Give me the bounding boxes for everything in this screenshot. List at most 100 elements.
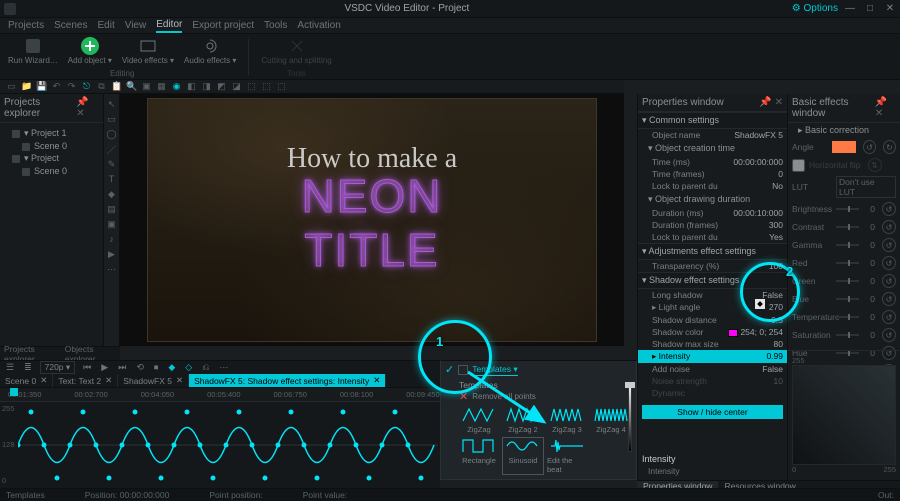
qat-more5[interactable]: ⬚ [246,81,257,92]
play-button[interactable]: ▶ [99,362,110,373]
menu-editor[interactable]: Editor [156,19,182,33]
track-tab-scene[interactable]: Scene 0✕ [0,374,53,387]
ellipse-tool-icon[interactable]: ◯ [106,128,118,140]
template-zigzag-3[interactable]: ZigZag 3 [547,407,587,434]
sinusoid-curve[interactable] [18,404,438,486]
chart-tool-icon[interactable]: ▤ [106,203,118,215]
intensity-property-row[interactable]: ▸ Intensity0.99 [638,350,787,363]
templates-dropdown[interactable]: Templates ▾ [472,364,517,376]
minimize-button[interactable]: — [844,3,856,14]
slider-6[interactable] [836,316,859,318]
rect-tool-icon[interactable]: ▭ [106,113,118,125]
more-tool-icon[interactable]: ⋯ [106,263,118,275]
section-creation[interactable]: ▾ Object creation time [638,141,787,156]
slider-reset-7[interactable]: ↺ [882,328,896,342]
template-edit-the-beat[interactable]: Edit the beat [547,438,587,474]
remove-keyframe-button[interactable]: ◇ [183,362,194,373]
tree-node-project1[interactable]: ▾ Project 1 [4,127,99,140]
menu-export[interactable]: Export project [192,20,254,31]
timeline-ruler[interactable]: 00:01:350 00:02:700 00:04:050 00:05:400 … [0,388,440,402]
qat-more6[interactable]: ⬚ [261,81,272,92]
slider-1[interactable] [836,226,859,228]
qat-open-icon[interactable]: 📁 [21,81,32,92]
audio-tool-icon[interactable]: ♪ [106,233,118,245]
split-button[interactable]: ⎌ [200,362,211,373]
time-frames-value[interactable]: 0 [778,169,783,179]
curves-graph[interactable] [792,365,896,465]
video-tool-icon[interactable]: ▶ [106,248,118,260]
video-effects-button[interactable]: Video effects ▾ [122,36,174,65]
loop-button[interactable]: ⟲ [134,362,146,373]
section-basic-correction[interactable]: ▸ Basic correction [788,123,900,138]
close-button[interactable]: ✕ [884,3,896,14]
prev-frame-button[interactable]: ⏮ [81,362,93,373]
intensity-vertical-slider[interactable] [623,382,637,452]
qat-more4[interactable]: ◪ [231,81,242,92]
slider-7[interactable] [836,334,859,336]
image-tool-icon[interactable]: ▣ [106,218,118,230]
cutting-button[interactable]: Cutting and splitting [261,36,331,65]
pen-tool-icon[interactable]: ✎ [106,158,118,170]
template-rectangle[interactable]: Rectangle [459,438,499,474]
basic-pin-icon[interactable]: 📌 ✕ [875,97,896,119]
menu-view[interactable]: View [125,20,147,31]
slider-reset-4[interactable]: ↺ [882,274,896,288]
qat-zoom-icon[interactable]: 🔍 [126,81,137,92]
shadow-color-value[interactable]: 254; 0; 254 [728,327,783,337]
qat-save-icon[interactable]: 💾 [36,81,47,92]
timeline-menu-icon[interactable]: ☰ [4,362,16,373]
menu-scenes[interactable]: Scenes [54,20,87,31]
slider-2[interactable] [836,244,859,246]
menu-activation[interactable]: Activation [297,20,340,31]
keyframe-add-button[interactable] [754,298,768,310]
run-wizard-button[interactable]: Run Wizard… [8,36,58,65]
slider-reset-5[interactable]: ↺ [882,292,896,306]
slider-reset-3[interactable]: ↺ [882,256,896,270]
angle-field[interactable] [832,141,856,153]
rotate-right-icon[interactable]: ↻ [883,140,896,154]
object-name-value[interactable]: ShadowFX 5 [734,130,783,140]
templates-checkbox-icon[interactable]: ✓ [445,363,454,376]
next-frame-button[interactable]: ⏭ [116,362,128,373]
shadow-max-value[interactable]: 80 [774,339,783,349]
resolution-select[interactable]: 720p ▾ [40,361,76,374]
transparency-value[interactable]: 100 [769,261,783,271]
add-object-button[interactable]: Add object ▾ [68,36,112,65]
shadow-distance-value[interactable]: 0.5 [771,315,783,325]
menu-projects[interactable]: Projects [8,20,44,31]
parameter-graph[interactable]: 255 128 0 [0,402,440,488]
dur-ms-value[interactable]: 00:00:10:000 [733,208,783,218]
pointer-tool-icon[interactable]: ↖ [106,98,118,110]
line-tool-icon[interactable]: ／ [106,143,118,155]
qat-undo-icon[interactable]: ↶ [51,81,62,92]
text-tool-icon[interactable]: T [106,173,118,185]
template-zigzag[interactable]: ZigZag [459,407,499,434]
add-keyframe-button[interactable]: ◆ [166,362,177,373]
lut-select[interactable]: Don't use LUT [836,176,896,198]
qat-cut-icon[interactable]: ⎋ [81,81,92,92]
rotate-left-icon[interactable]: ↺ [863,140,876,154]
qat-redo-icon[interactable]: ↷ [66,81,77,92]
slider-4[interactable] [836,280,859,282]
project-tree[interactable]: ▾ Project 1 Scene 0 ▾ Project Scene 0 [0,123,103,181]
slider-reset-0[interactable]: ↺ [882,202,896,216]
slider-reset-1[interactable]: ↺ [882,220,896,234]
playhead[interactable] [10,388,18,396]
tree-node-scene0a[interactable]: Scene 0 [4,140,99,152]
slider-reset-2[interactable]: ↺ [882,238,896,252]
section-common[interactable]: ▾ Common settings [638,112,787,129]
qat-fit-icon[interactable]: ▣ [141,81,152,92]
qat-more3[interactable]: ◩ [216,81,227,92]
light-angle-value[interactable]: 270 [769,302,783,313]
hflip-checkbox[interactable] [792,159,805,172]
slider-reset-6[interactable]: ↺ [882,310,896,324]
qat-grid-icon[interactable]: ▦ [156,81,167,92]
section-shadow[interactable]: ▾ Shadow effect settings [638,272,787,289]
template-zigzag-2[interactable]: ZigZag 2 [503,407,543,434]
show-hide-center-button[interactable]: Show / hide center [642,405,783,419]
lock2-value[interactable]: Yes [769,232,783,242]
qat-more1[interactable]: ◧ [186,81,197,92]
maximize-button[interactable]: □ [864,3,876,14]
menu-edit[interactable]: Edit [97,20,114,31]
time-ms-value[interactable]: 00:00:00:000 [733,157,783,167]
